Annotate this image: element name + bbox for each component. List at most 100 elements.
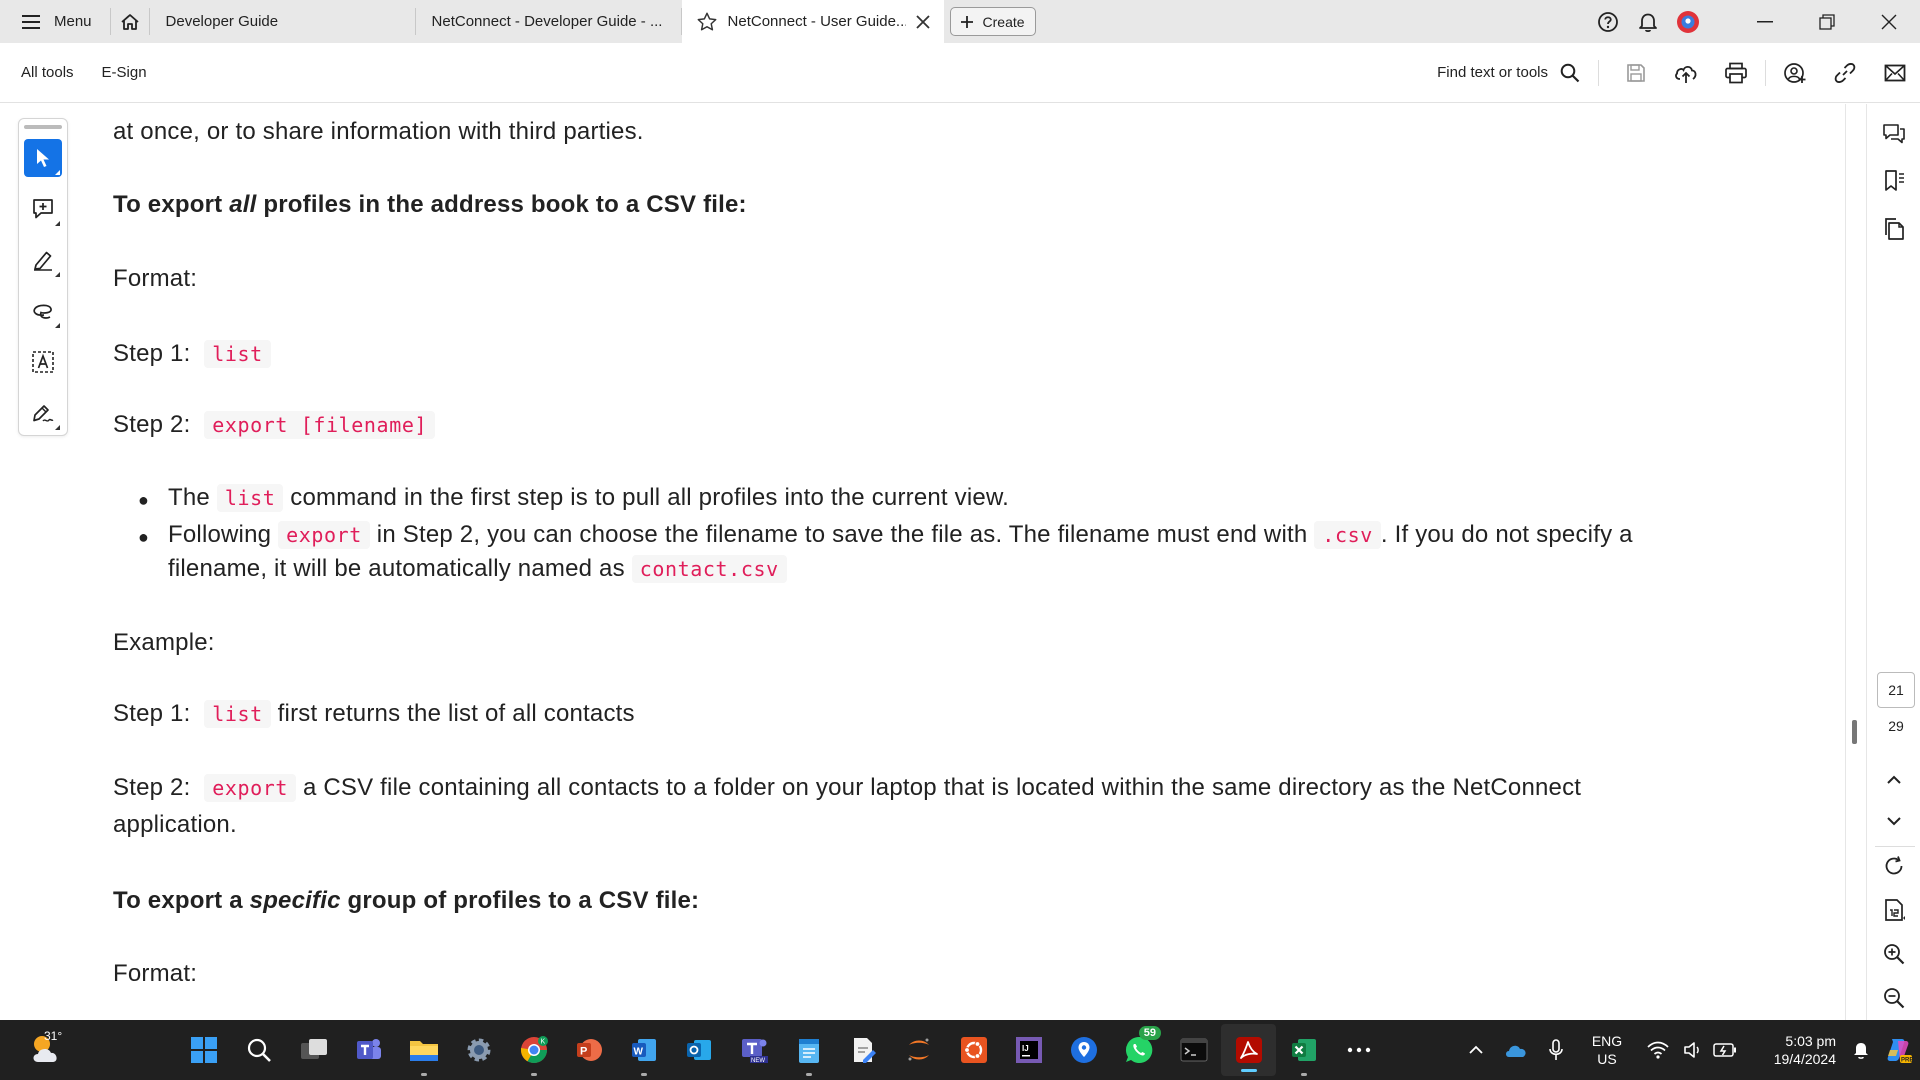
step-label: Step 2:: [113, 774, 191, 801]
powerpoint-app[interactable]: P: [561, 1020, 616, 1080]
link-icon[interactable]: [1820, 62, 1870, 84]
star-icon[interactable]: [696, 11, 718, 33]
esign-link[interactable]: E-Sign: [102, 64, 147, 81]
next-page-icon[interactable]: [1880, 807, 1908, 835]
zoom-in-icon[interactable]: [1880, 940, 1908, 968]
chevron-up-icon: [1469, 1045, 1483, 1054]
svg-text:W: W: [633, 1047, 643, 1058]
close-tab-icon[interactable]: [915, 14, 930, 29]
microphone-tray[interactable]: [1536, 1039, 1576, 1061]
chrome-icon: K: [520, 1036, 548, 1064]
intellij-app[interactable]: IJ: [1001, 1020, 1056, 1080]
bullet-text: filename, it will be automatically named…: [168, 555, 625, 582]
notification-badge: 59: [1138, 1026, 1161, 1040]
notifications-tray[interactable]: [1846, 1040, 1876, 1060]
battery-tray[interactable]: [1708, 1043, 1742, 1057]
volume-tray[interactable]: [1678, 1041, 1708, 1059]
scroll-thumb[interactable]: [1852, 720, 1857, 744]
gear-icon: [467, 1038, 490, 1062]
step-label: Step 1:: [113, 700, 191, 727]
tab-title: Developer Guide: [165, 13, 279, 30]
menu-button[interactable]: Menu: [0, 0, 110, 43]
input-language[interactable]: ENG US: [1582, 1032, 1632, 1068]
minimize-icon[interactable]: [1734, 20, 1796, 23]
share-user-icon[interactable]: [1770, 62, 1820, 84]
teams-new-icon: NEW: [741, 1039, 768, 1064]
word-app[interactable]: W: [616, 1020, 671, 1080]
step-label: Step 2:: [113, 411, 191, 438]
acrobat-app[interactable]: [1221, 1024, 1276, 1076]
previous-page-icon[interactable]: [1880, 766, 1908, 794]
whatsapp-app[interactable]: 59: [1111, 1020, 1166, 1080]
taskbar-search[interactable]: [231, 1020, 286, 1080]
chrome-app[interactable]: K: [506, 1020, 561, 1080]
user-avatar-icon[interactable]: [1668, 10, 1708, 34]
map-pin-icon: [1070, 1037, 1097, 1063]
pages-panel-icon[interactable]: [1880, 215, 1908, 243]
email-icon[interactable]: [1870, 64, 1920, 82]
save-icon[interactable]: [1611, 63, 1661, 83]
bullet-text: in Step 2, you can choose the filename t…: [376, 521, 1308, 548]
rotate-view-icon[interactable]: [1880, 852, 1908, 880]
terminal-app[interactable]: [1166, 1020, 1221, 1080]
close-window-icon[interactable]: [1858, 14, 1920, 30]
section-heading-export-all: To export all profiles in the address bo…: [113, 188, 747, 222]
tab-netconnect-developer-guide[interactable]: NetConnect - Developer Guide - ...: [416, 8, 682, 35]
vertical-scrollbar[interactable]: [1845, 104, 1865, 1020]
teams-new-app[interactable]: NEW: [726, 1020, 781, 1080]
tab-netconnect-user-guide[interactable]: NetConnect - User Guide...: [681, 0, 944, 43]
heading-text: group of profiles to a CSV file:: [340, 887, 700, 914]
example-step-2-continued: application.: [113, 811, 237, 838]
search-icon: [1560, 63, 1580, 82]
jupyter-app[interactable]: [891, 1020, 946, 1080]
svg-text:P: P: [580, 1046, 587, 1058]
help-icon[interactable]: [1588, 11, 1628, 33]
date: 19/4/2024: [1773, 1051, 1836, 1067]
cloud-upload-icon[interactable]: [1661, 62, 1711, 84]
page-display-icon[interactable]: [1880, 896, 1908, 924]
inline-code: export: [204, 774, 297, 802]
task-view[interactable]: [286, 1020, 341, 1080]
maps-app[interactable]: [1056, 1020, 1111, 1080]
outlook-app[interactable]: [671, 1020, 726, 1080]
svg-text:NEW: NEW: [751, 1058, 765, 1064]
bullet-text: The: [168, 484, 210, 511]
svg-text:PRE: PRE: [1901, 1058, 1912, 1064]
print-icon[interactable]: [1711, 62, 1761, 84]
example-step-1: Step 1: list first returns the list of a…: [113, 697, 635, 731]
tab-title: NetConnect - Developer Guide - ...: [431, 13, 663, 30]
excel-app[interactable]: [1276, 1020, 1331, 1080]
all-tools-link[interactable]: All tools: [21, 64, 74, 81]
ubuntu-app[interactable]: [946, 1020, 1001, 1080]
notification-bell-icon[interactable]: [1628, 11, 1668, 33]
wifi-tray[interactable]: [1638, 1041, 1678, 1059]
step-text: first returns the list of all contacts: [277, 700, 635, 727]
teams-app[interactable]: [341, 1020, 396, 1080]
copilot-tray[interactable]: PRE: [1876, 1036, 1920, 1064]
create-button[interactable]: Create: [949, 7, 1036, 36]
right-panel-rail: 21 29: [1866, 104, 1920, 1020]
home-button[interactable]: [109, 8, 150, 35]
find-text-or-tools[interactable]: Find text or tools: [1437, 59, 1599, 86]
current-page-input[interactable]: 21: [1877, 672, 1915, 708]
tab-developer-guide[interactable]: Developer Guide: [150, 8, 416, 35]
notepad-app[interactable]: [781, 1020, 836, 1080]
onedrive-tray[interactable]: [1496, 1042, 1536, 1058]
settings-app[interactable]: [451, 1020, 506, 1080]
file-editor-app[interactable]: [836, 1020, 891, 1080]
home-icon: [120, 13, 139, 30]
more-apps[interactable]: [1331, 1020, 1386, 1080]
bookmarks-panel-icon[interactable]: [1880, 167, 1908, 195]
file-explorer-app[interactable]: [396, 1020, 451, 1080]
step-label: Step 1:: [113, 340, 191, 367]
comments-panel-icon[interactable]: [1880, 120, 1908, 148]
restore-icon[interactable]: [1796, 13, 1858, 30]
clock[interactable]: 5:03 pm 19/4/2024: [1756, 1032, 1836, 1068]
start-button[interactable]: [176, 1020, 231, 1080]
weather-widget[interactable]: 31°: [28, 1028, 68, 1072]
bullet-marker: ●: [138, 490, 150, 510]
zoom-out-icon[interactable]: [1880, 984, 1908, 1012]
copilot-icon: PRE: [1887, 1039, 1912, 1064]
bullet-marker: ●: [138, 527, 150, 547]
show-hidden-icons[interactable]: [1456, 1045, 1496, 1055]
